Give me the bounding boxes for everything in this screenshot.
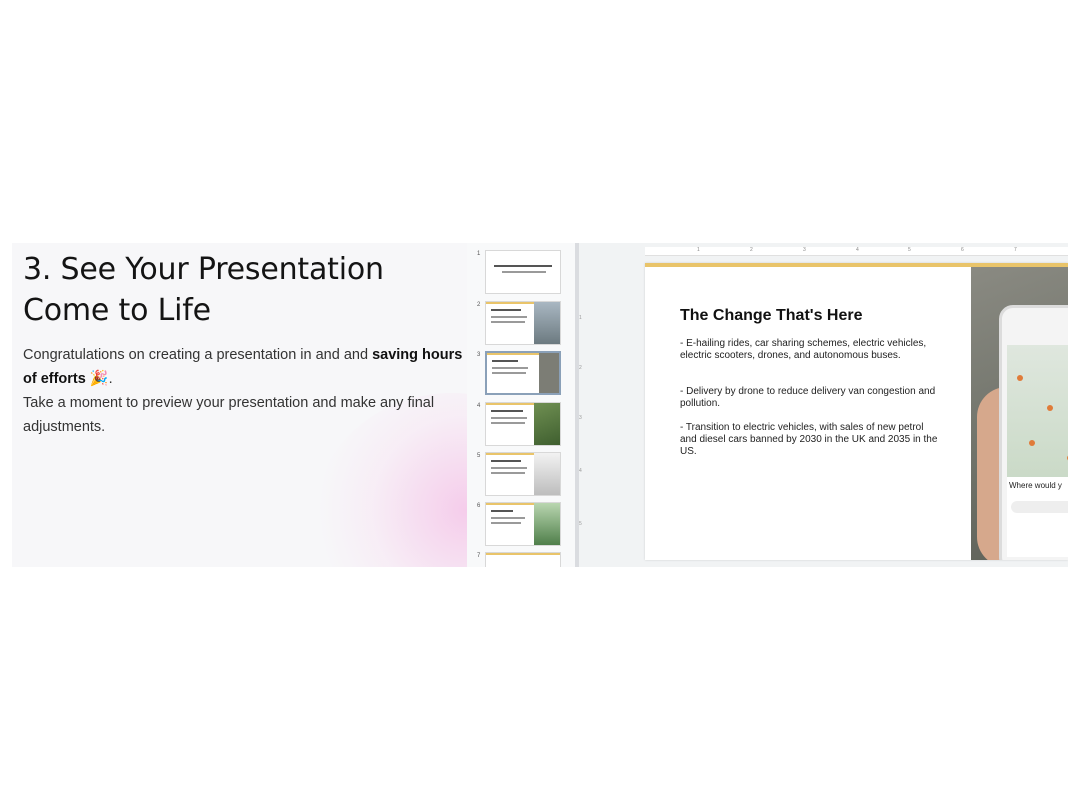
thumbnail-number: 5 — [477, 453, 481, 459]
slide-bullet[interactable]: - E-hailing rides, car sharing schemes, … — [680, 338, 940, 362]
slide-thumbnail-panel: 1 2 3 4 5 6 7 — [467, 243, 575, 567]
phone-search — [1011, 501, 1068, 513]
slide-thumbnail[interactable] — [485, 402, 561, 446]
slide-thumbnail[interactable] — [485, 301, 561, 345]
thumbnail-image — [534, 302, 560, 344]
ruler-number: 7 — [1014, 247, 1017, 253]
slide-thumbnail[interactable] — [485, 452, 561, 496]
thumbnail-row-selected[interactable]: 3 — [467, 351, 575, 397]
thumbnail-row[interactable]: 7 — [467, 552, 575, 567]
vertical-ruler: 1 2 3 4 5 — [579, 263, 585, 563]
ruler-number: 1 — [697, 247, 700, 253]
thumbnail-image — [534, 453, 560, 495]
thumbnail-number: 4 — [477, 403, 481, 409]
slide-bullet[interactable]: - Transition to electric vehicles, with … — [680, 422, 940, 458]
ruler-number: 2 — [750, 247, 753, 253]
thumbnail-number: 7 — [477, 553, 481, 559]
thumbnail-number: 1 — [477, 251, 481, 257]
ruler-number: 5 — [908, 247, 911, 253]
horizontal-ruler: 1 2 3 4 5 6 7 — [645, 247, 1068, 256]
ruler-number: 3 — [579, 415, 582, 421]
heading-line-1: 3. See Your Presentation — [23, 252, 384, 287]
para1-start: Congratulations on creating a presentati… — [23, 347, 373, 363]
thumbnail-row[interactable]: 6 — [467, 502, 575, 548]
slide-title[interactable]: The Change That's Here — [680, 307, 863, 325]
para1-end: . — [108, 371, 113, 387]
thumbnail-image — [534, 503, 560, 545]
slide-canvas[interactable]: The Change That's Here - E-hailing rides… — [645, 263, 1068, 560]
slide-thumbnail-selected[interactable] — [485, 351, 561, 395]
intro-paragraph: Congratulations on creating a presentati… — [23, 343, 463, 439]
ruler-number: 2 — [579, 365, 582, 371]
slide-thumbnail[interactable] — [485, 502, 561, 546]
party-popper-icon: 🎉 — [89, 370, 109, 387]
ruler-number: 4 — [579, 468, 582, 474]
feature-banner: 3. See Your Presentation Come to Life Co… — [12, 243, 1068, 567]
thumbnail-number: 2 — [477, 302, 481, 308]
heading-line-2: Come to Life — [23, 293, 211, 328]
ruler-number: 6 — [961, 247, 964, 253]
thumbnail-row[interactable]: 1 — [467, 250, 575, 296]
ruler-number: 5 — [579, 521, 582, 527]
thumbnail-image — [539, 353, 559, 393]
thumbnail-number: 6 — [477, 503, 481, 509]
presentation-editor-screenshot: 1 2 3 4 5 6 7 1 2 3 4 5 1 2 3 4 5 6 7 Th… — [467, 243, 1068, 567]
slide-photo[interactable]: Where would y — [971, 267, 1068, 560]
para2: Take a moment to preview your presentati… — [23, 395, 435, 435]
slide-bullet[interactable]: - Delivery by drone to reduce delivery v… — [680, 386, 940, 410]
slide-thumbnail[interactable] — [485, 552, 561, 567]
slide-thumbnail[interactable] — [485, 250, 561, 294]
thumbnail-row[interactable]: 4 — [467, 402, 575, 448]
thumbnail-image — [534, 403, 560, 445]
thumbnail-number: 3 — [477, 352, 481, 358]
ruler-number: 1 — [579, 315, 582, 321]
ruler-number: 3 — [803, 247, 806, 253]
feature-text: 3. See Your Presentation Come to Life Co… — [23, 249, 463, 439]
thumbnail-row[interactable]: 5 — [467, 452, 575, 498]
section-heading: 3. See Your Presentation Come to Life — [23, 249, 463, 331]
thumbnail-row[interactable]: 2 — [467, 301, 575, 347]
map-screen — [1007, 345, 1068, 485]
ruler-number: 4 — [856, 247, 859, 253]
phone-prompt: Where would y — [1009, 481, 1062, 490]
